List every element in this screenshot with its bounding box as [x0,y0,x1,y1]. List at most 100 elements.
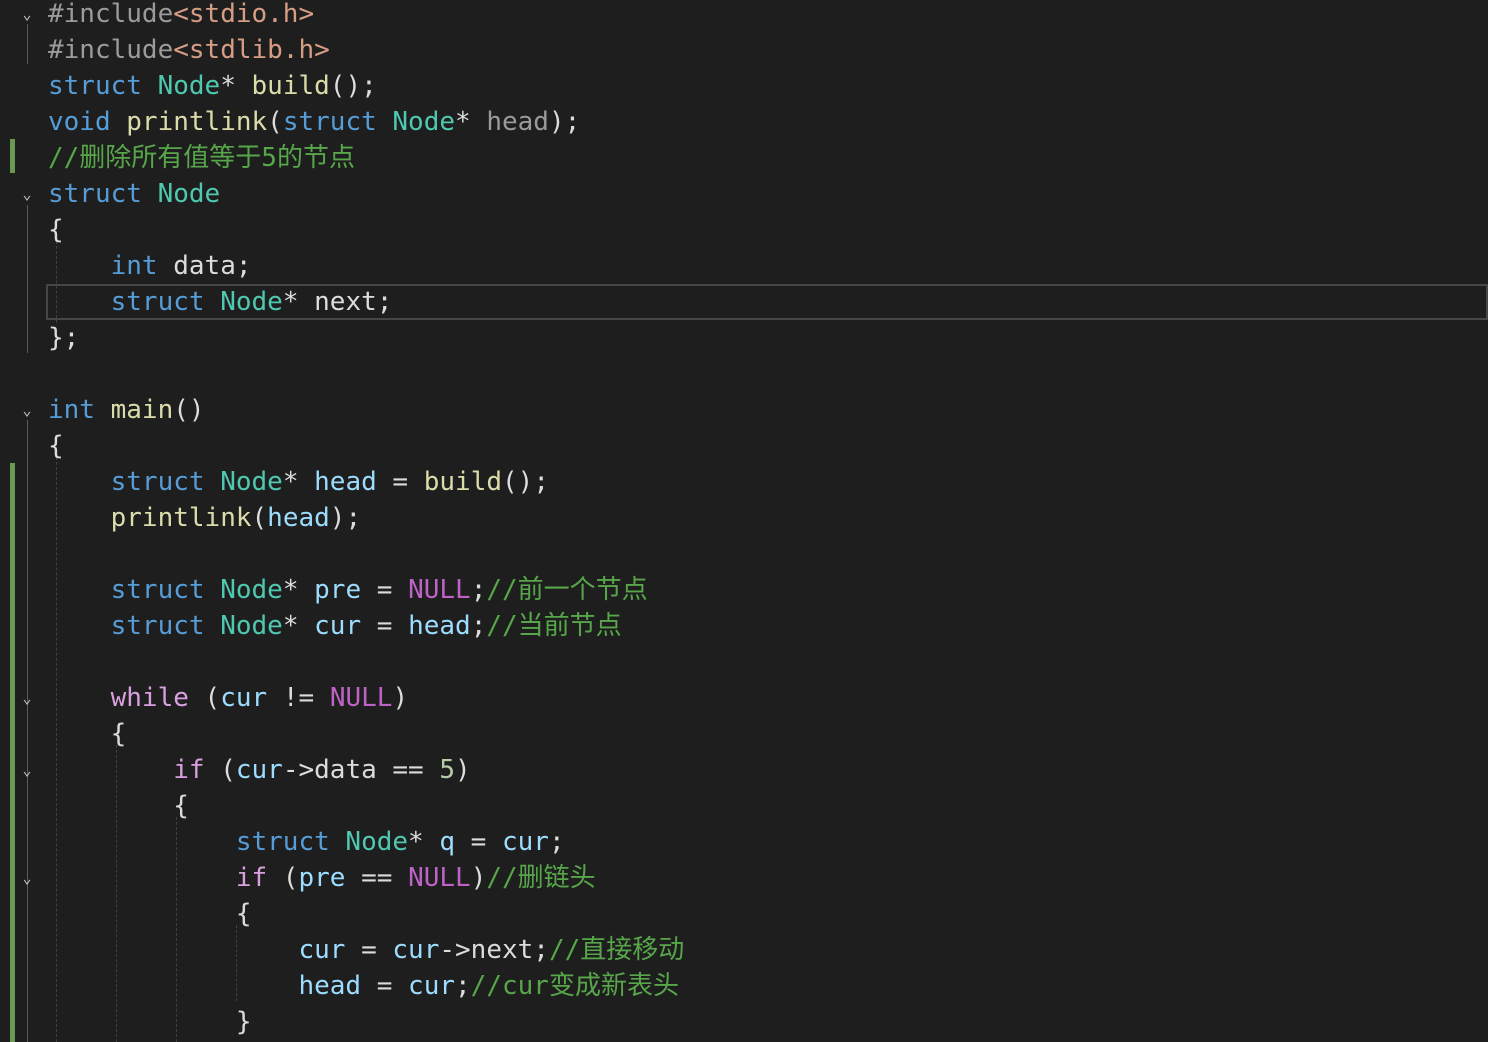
code-line[interactable]: int data; [0,248,1488,284]
code-token: ( [204,755,236,785]
code-token: }; [48,323,80,353]
code-token: #include [48,0,174,29]
code-line[interactable]: ⌄ #include<stdio.h> [0,0,1488,32]
code-text: } [48,1004,252,1040]
chevron-down-icon[interactable]: ⌄ [19,392,35,428]
code-token: Node [345,827,409,857]
code-line[interactable]: { [0,896,1488,932]
chevron-down-icon[interactable]: ⌄ [19,860,35,896]
code-token: ; [470,611,487,641]
code-token: ); [329,503,362,533]
code-line[interactable]: struct Node* pre = NULL;//前一个节点 [0,572,1488,608]
code-token: ) [470,863,487,893]
code-token: = [361,971,409,1001]
code-token: head [314,467,377,497]
code-token: = [361,611,409,641]
code-text: while (cur != NULL) [48,680,408,716]
code-line[interactable]: struct Node* build(); [0,68,1488,104]
code-token: ; [455,971,471,1001]
code-line[interactable]: void printlink(struct Node* head); [0,104,1488,140]
code-text: struct Node [48,176,220,212]
code-text: int main() [48,392,205,428]
code-token: ( [267,863,299,893]
code-text: head = cur;//cur变成新表头 [48,968,679,1004]
code-line[interactable]: ⌄ if (pre == NULL)//删链头 [0,860,1488,896]
code-line[interactable]: { [0,788,1488,824]
code-token: //删链头 [486,863,596,893]
code-token: ; [470,575,487,605]
code-token: { [48,431,64,461]
code-token: NULL [408,863,471,893]
code-token: struct [48,179,158,209]
code-text: struct Node* cur = head;//当前节点 [48,608,622,644]
code-token: //删除所有值等于5的节点 [48,143,355,173]
code-line[interactable]: struct Node* cur = head;//当前节点 [0,608,1488,644]
code-token: == [345,863,409,893]
chevron-down-icon[interactable]: ⌄ [19,752,35,788]
code-token: build [423,467,503,497]
code-line[interactable]: cur = cur->next;//直接移动 [0,932,1488,968]
code-token: = [455,827,502,857]
code-line[interactable] [0,644,1488,680]
chevron-down-icon[interactable]: ⌄ [19,0,35,32]
code-token: struct [282,107,393,137]
code-line[interactable] [0,536,1488,572]
code-token: { [48,791,189,821]
code-token: cur [298,935,346,965]
code-line[interactable]: head = cur;//cur变成新表头 [0,968,1488,1004]
current-code-line[interactable]: struct Node* next; [46,284,1488,320]
code-token: main [110,395,174,425]
code-line[interactable]: ⌄ int main() [0,392,1488,428]
code-token: = [361,575,409,605]
code-line[interactable]: } [0,1004,1488,1040]
code-line[interactable]: struct Node* head = build(); [0,464,1488,500]
code-token: NULL [408,575,471,605]
code-token: cur [501,827,549,857]
code-text: if (cur->data == 5) [48,752,471,788]
code-token: //cur变成新表头 [470,971,679,1001]
code-line[interactable]: { [0,428,1488,464]
code-token: = [376,467,424,497]
code-token: cur [408,971,456,1001]
code-token: <stdlib.h> [173,35,330,65]
code-line[interactable]: ⌄ struct Node [0,176,1488,212]
code-line[interactable]: ⌄ if (cur->data == 5) [0,752,1488,788]
code-text: if (pre == NULL)//删链头 [48,860,596,896]
code-text: { [48,716,127,752]
code-text: struct Node* head = build(); [48,464,549,500]
code-token: * [220,71,252,101]
code-line[interactable]: { [0,716,1488,752]
code-token: //当前节点 [486,611,622,641]
chevron-down-icon[interactable]: ⌄ [19,176,35,212]
code-line[interactable]: #include<stdlib.h> [0,32,1488,68]
code-text: struct Node* q = cur; [48,824,565,860]
code-line[interactable]: { [0,212,1488,248]
code-line[interactable]: }; [0,320,1488,356]
chevron-down-icon[interactable]: ⌄ [19,680,35,716]
code-token: struct [110,467,221,497]
code-text: #include<stdlib.h> [48,32,330,68]
code-line[interactable]: //删除所有值等于5的节点 [0,140,1488,176]
code-line[interactable]: ⌄ while (cur != NULL) [0,680,1488,716]
code-token: cur [220,683,268,713]
code-token: struct [48,71,158,101]
code-token: * [282,287,315,317]
code-editor[interactable]: ⌄ #include<stdio.h> #include<stdlib.h> stru… [0,0,1488,1042]
code-text: { [48,896,252,932]
code-token: ) [392,683,409,713]
code-line[interactable]: struct Node* q = cur; [0,824,1488,860]
code-token: ( [251,503,268,533]
code-line[interactable]: printlink(head); [0,500,1488,536]
code-line[interactable] [0,356,1488,392]
code-token: ->next; [439,935,549,965]
code-token: ) [455,755,471,785]
code-token: Node [220,611,283,641]
code-token: pre [314,575,362,605]
code-token: int [48,395,111,425]
